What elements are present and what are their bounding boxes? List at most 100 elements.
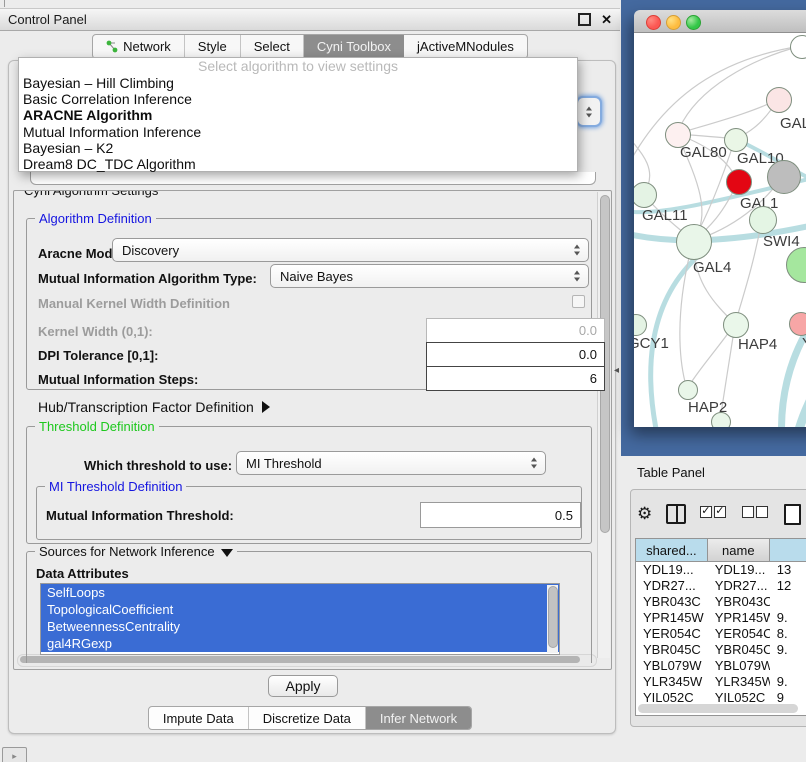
control-panel-titlebar: Control Panel ✕ xyxy=(0,8,620,31)
tab-infer-network[interactable]: Infer Network xyxy=(366,707,471,729)
table-row[interactable]: YPR145WYPR145W9. xyxy=(636,610,806,626)
column-header-third[interactable] xyxy=(770,539,806,561)
table-row[interactable]: YBR045CYBR045C9. xyxy=(636,642,806,658)
attribute-item[interactable]: SelfLoops xyxy=(41,584,559,601)
node-label: GAL xyxy=(780,115,806,132)
close-traffic-light[interactable] xyxy=(646,15,661,30)
minimize-traffic-light[interactable] xyxy=(666,15,681,30)
algorithm-option[interactable]: Bayesian – Hill Climbing xyxy=(19,75,577,91)
column-header-shared-name[interactable]: shared... xyxy=(636,539,708,561)
algorithm-option[interactable]: Dream8 DC_TDC Algorithm xyxy=(19,156,577,172)
network-node[interactable] xyxy=(678,380,698,400)
node-label: GAL80 xyxy=(680,144,727,161)
algorithm-option[interactable]: Bayesian – K2 xyxy=(19,140,577,156)
columns-icon[interactable] xyxy=(666,504,686,524)
network-node[interactable] xyxy=(711,412,731,427)
table-cell: 8. xyxy=(770,626,806,642)
dpi-tolerance-input[interactable]: 0.0 xyxy=(426,342,605,367)
network-node[interactable] xyxy=(789,312,806,336)
node-label: GAL4 xyxy=(693,259,731,276)
network-window-titlebar[interactable] xyxy=(634,10,806,33)
collapse-arrow-icon xyxy=(221,549,233,557)
table-cell: YBL079W xyxy=(636,658,708,674)
network-node[interactable] xyxy=(766,87,792,113)
which-threshold-label: Which threshold to use: xyxy=(84,458,232,473)
attribute-item[interactable]: BetweennessCentrality xyxy=(41,618,559,635)
mi-threshold-group-title: MI Threshold Definition xyxy=(45,479,186,494)
kernel-width-input[interactable]: 0.0 xyxy=(426,318,605,343)
mi-steps-label: Mutual Information Steps: xyxy=(38,372,198,387)
tab-cyni-toolbox[interactable]: Cyni Toolbox xyxy=(304,35,404,58)
tab-impute-data[interactable]: Impute Data xyxy=(149,707,249,729)
manual-kernel-label: Manual Kernel Width Definition xyxy=(38,296,230,311)
algorithm-option[interactable]: ARACNE Algorithm xyxy=(19,107,577,123)
network-node[interactable] xyxy=(676,224,712,260)
network-node[interactable] xyxy=(724,128,748,152)
top-tab-fragment xyxy=(4,0,5,7)
manual-kernel-checkbox[interactable] xyxy=(572,295,585,308)
column-header-name[interactable]: name xyxy=(708,539,770,561)
data-attributes-list[interactable]: SelfLoopsTopologicalCoefficientBetweenne… xyxy=(40,583,560,655)
attribute-item[interactable]: TopologicalCoefficient xyxy=(41,601,559,618)
network-view-window: GALGAL80GAL10GAL1GAL11SWI4GAL4GCY1HAP4YH… xyxy=(634,10,806,427)
settings-vertical-scrollbar[interactable] xyxy=(597,192,610,658)
table-row[interactable]: YER054CYER054C8. xyxy=(636,626,806,642)
tab-jactivemnodules[interactable]: jActiveMNodules xyxy=(404,35,527,58)
tab-network[interactable]: Network xyxy=(93,35,185,58)
tab-style[interactable]: Style xyxy=(185,35,241,58)
table-cell: YLR345W xyxy=(708,674,770,690)
apply-button[interactable]: Apply xyxy=(268,675,338,697)
table-row[interactable]: YBL079WYBL079W xyxy=(636,658,806,674)
mi-algorithm-type-combo[interactable]: Naive Bayes xyxy=(270,264,589,288)
mi-threshold-input[interactable]: 0.5 xyxy=(420,502,581,528)
network-node[interactable] xyxy=(749,206,777,234)
aracne-mode-combo[interactable]: Discovery xyxy=(112,238,589,262)
algorithm-option[interactable]: Basic Correlation Inference xyxy=(19,91,577,107)
network-node[interactable] xyxy=(726,169,752,195)
network-node[interactable] xyxy=(723,312,749,338)
table-cell: YPR145W xyxy=(636,610,708,626)
panel-collapse-button[interactable]: ▸ xyxy=(2,747,27,762)
table-row[interactable]: YDL19...YDL19...13 xyxy=(636,562,806,578)
table-cell: YDR27... xyxy=(636,578,708,594)
select-all-icon[interactable] xyxy=(700,505,728,523)
attr-list-scrollbar[interactable] xyxy=(547,585,558,653)
deselect-all-icon[interactable] xyxy=(742,505,770,523)
table-panel-title: Table Panel xyxy=(637,465,705,480)
attribute-item[interactable]: gal4RGexp xyxy=(41,635,559,652)
network-node[interactable] xyxy=(767,160,801,194)
which-threshold-combo[interactable]: MI Threshold xyxy=(236,451,546,475)
combo-arrows-icon xyxy=(531,458,538,469)
control-panel-title: Control Panel xyxy=(8,12,578,27)
zoom-traffic-light[interactable] xyxy=(686,15,701,30)
node-label: Y xyxy=(802,335,806,352)
algorithm-option[interactable]: Mutual Information Inference xyxy=(19,124,577,140)
close-icon[interactable]: ✕ xyxy=(601,15,612,24)
table-row[interactable]: YDR27...YDR27...12 xyxy=(636,578,806,594)
table-horizontal-scrollbar[interactable] xyxy=(638,704,798,713)
new-table-icon[interactable] xyxy=(784,504,801,525)
table-toolbar: ⚙ xyxy=(637,502,806,526)
tab-discretize-data[interactable]: Discretize Data xyxy=(249,707,366,729)
gear-icon[interactable]: ⚙ xyxy=(637,504,652,524)
kernel-width-label: Kernel Width (0,1): xyxy=(38,324,153,339)
tab-network-label: Network xyxy=(123,39,171,54)
hub-definition-expander[interactable]: Hub/Transcription Factor Definition xyxy=(38,399,270,415)
table-row[interactable]: YBR043CYBR043C xyxy=(636,594,806,610)
tab-select[interactable]: Select xyxy=(241,35,304,58)
network-canvas[interactable]: GALGAL80GAL10GAL1GAL11SWI4GAL4GCY1HAP4YH… xyxy=(634,33,806,427)
attr-scroll-thumb[interactable] xyxy=(548,586,558,648)
data-attributes-label: Data Attributes xyxy=(36,566,129,581)
node-label: SWI4 xyxy=(763,233,800,250)
splitter-handle[interactable]: ◂ xyxy=(614,365,621,377)
table-cell: YDR27... xyxy=(708,578,770,594)
mi-steps-input[interactable]: 6 xyxy=(426,366,605,391)
top-tabbar: Network Style Select Cyni Toolbox jActiv… xyxy=(0,34,620,59)
float-window-icon[interactable] xyxy=(578,13,591,26)
table-row[interactable]: YLR345WYLR345W9. xyxy=(636,674,806,690)
table-cell: YDL19... xyxy=(636,562,708,578)
combo-arrows-icon xyxy=(574,271,581,282)
dpi-tolerance-label: DPI Tolerance [0,1]: xyxy=(38,348,158,363)
inference-algorithm-combo-fragment[interactable] xyxy=(576,96,602,127)
node-label: GAL11 xyxy=(642,207,688,224)
